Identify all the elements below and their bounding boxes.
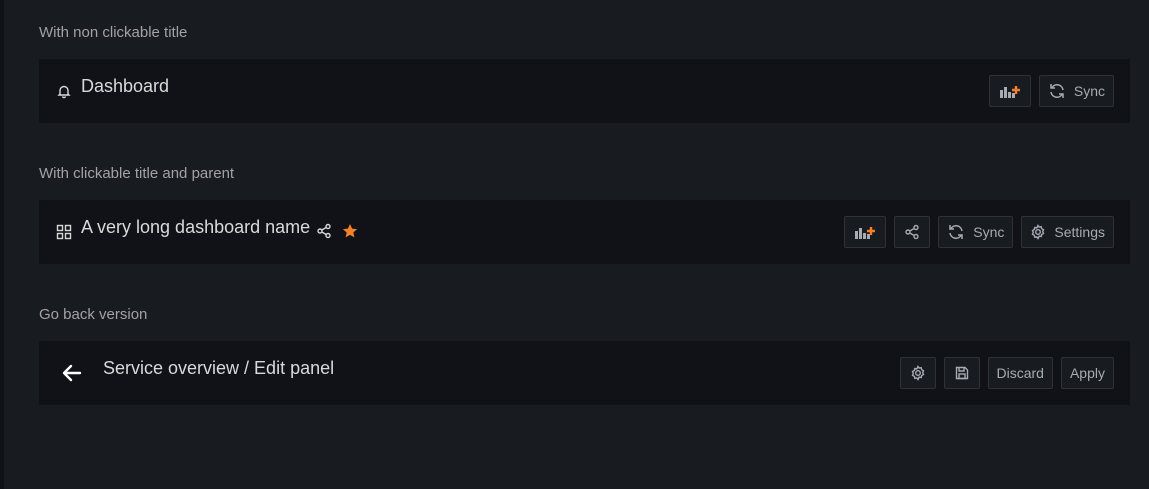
section-label-go-back: Go back version [39, 306, 148, 323]
share-button[interactable] [894, 216, 931, 248]
page-toolbar-non-clickable: Dashboard Sync [39, 59, 1130, 123]
apply-label: Apply [1069, 365, 1105, 381]
toolbar-actions: Discard Apply [899, 357, 1114, 389]
sync-button[interactable]: Sync [938, 216, 1014, 248]
panel-settings-button[interactable] [899, 357, 936, 389]
page-toolbar-go-back: Service overview / Edit panel Discard Ap… [39, 341, 1130, 405]
section-label-clickable: With clickable title and parent [39, 165, 235, 182]
toolbar-title: A very long dashboard name [56, 217, 358, 240]
page-toolbar-clickable: A very long dashboard name Sync Settings [39, 200, 1130, 264]
discard-button[interactable]: Discard [987, 357, 1053, 389]
add-panel-icon [854, 224, 876, 240]
sync-label: Sync [973, 224, 1005, 240]
share-icon [904, 224, 920, 240]
page-title-link[interactable]: A very long dashboard name [81, 217, 310, 237]
page-title: Dashboard [81, 76, 170, 96]
save-button[interactable] [943, 357, 980, 389]
sync-button[interactable]: Sync [1038, 75, 1114, 107]
sync-label: Sync [1073, 83, 1105, 99]
settings-button[interactable]: Settings [1021, 216, 1114, 248]
discard-label: Discard [996, 365, 1044, 381]
arrow-left-icon[interactable] [61, 362, 83, 384]
share-icon[interactable] [316, 223, 332, 239]
save-icon [954, 365, 970, 381]
gear-icon [1030, 224, 1046, 240]
add-panel-button[interactable] [844, 216, 887, 248]
add-panel-icon [999, 83, 1021, 99]
settings-label: Settings [1054, 224, 1105, 240]
sync-icon [1048, 82, 1066, 100]
apply-button[interactable]: Apply [1060, 357, 1114, 389]
bell-icon [56, 83, 72, 99]
add-panel-button[interactable] [988, 75, 1031, 107]
gear-icon [910, 365, 926, 381]
toolbar-actions: Sync Settings [844, 216, 1114, 248]
toolbar-actions: Sync [988, 75, 1114, 107]
sync-icon [947, 223, 965, 241]
section-label-non-clickable: With non clickable title [39, 24, 188, 41]
page-frame: With non clickable title Dashboard Sync … [4, 0, 1149, 489]
star-icon[interactable] [342, 223, 358, 239]
apps-grid-icon[interactable] [56, 224, 72, 240]
page-title: Service overview / Edit panel [103, 358, 335, 378]
toolbar-title: Dashboard [56, 76, 169, 99]
